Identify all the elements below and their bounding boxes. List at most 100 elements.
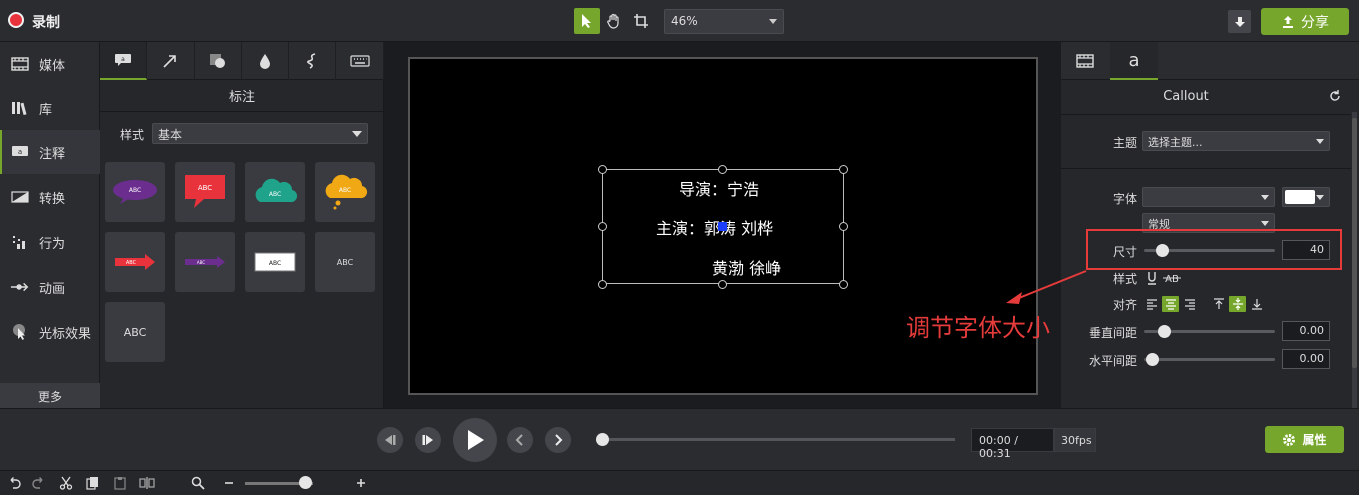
underline-button[interactable] xyxy=(1143,270,1160,286)
align-right-button[interactable] xyxy=(1181,296,1198,312)
tab-keystrokes[interactable] xyxy=(336,42,384,80)
playback-scrubber-track[interactable] xyxy=(602,438,955,441)
font-dropdown[interactable] xyxy=(1142,187,1275,207)
char-spacing-slider-thumb[interactable] xyxy=(1146,353,1159,366)
callout-tile-cloud-teal[interactable]: ABC xyxy=(245,162,305,222)
pan-tool-button[interactable] xyxy=(601,8,627,34)
tile-label: ABC xyxy=(197,260,205,265)
step-back-icon xyxy=(385,435,396,445)
timeline-zoom-thumb[interactable] xyxy=(299,476,312,489)
sidebar-item-annotations[interactable]: a 注释 xyxy=(0,130,100,174)
paste-icon[interactable] xyxy=(112,475,128,491)
chevron-down-icon xyxy=(1316,139,1324,144)
resize-handle[interactable] xyxy=(598,165,607,174)
download-button[interactable] xyxy=(1228,10,1251,33)
strikethrough-icon: AB xyxy=(1163,274,1181,285)
zoom-out-icon[interactable] xyxy=(221,475,237,491)
line-spacing-slider-thumb[interactable] xyxy=(1158,325,1171,338)
properties-button[interactable]: 属性 xyxy=(1265,426,1344,453)
redo-icon[interactable] xyxy=(31,475,47,491)
film-icon xyxy=(10,56,30,72)
theme-dropdown[interactable]: 选择主题... xyxy=(1142,131,1330,151)
sidebar-item-label: 库 xyxy=(39,102,53,118)
tab-shapes[interactable] xyxy=(195,42,242,80)
tile-label: ABC xyxy=(336,257,354,267)
sidebar-item-cursor-effects[interactable]: 光标效果 xyxy=(0,310,100,354)
resize-handle[interactable] xyxy=(598,222,607,231)
split-icon[interactable] xyxy=(139,475,155,491)
crop-tool-button[interactable] xyxy=(628,8,654,34)
callout-tile-thought-orange[interactable]: ABC xyxy=(315,162,375,222)
strikethrough-button[interactable]: AB xyxy=(1162,270,1182,286)
align-bottom-button[interactable] xyxy=(1248,296,1265,312)
divider xyxy=(1061,168,1351,169)
callout-tile-rect-white[interactable]: ABC xyxy=(245,232,305,292)
resize-handle[interactable] xyxy=(718,280,727,289)
tile-label: ABC xyxy=(269,260,281,267)
callout-tile-text-large[interactable]: ABC xyxy=(105,302,165,362)
step-back-button[interactable] xyxy=(377,427,403,453)
more-button[interactable]: 更多 xyxy=(0,383,100,408)
tab-visual-properties[interactable] xyxy=(1061,42,1109,80)
line-spacing-input[interactable]: 0.00 xyxy=(1282,321,1330,341)
zoom-value: 46% xyxy=(671,14,698,28)
zoom-dropdown[interactable]: 46% xyxy=(664,9,784,34)
callout-tile-text[interactable]: ABC xyxy=(315,232,375,292)
select-tool-button[interactable] xyxy=(574,8,600,34)
sidebar-item-media[interactable]: 媒体 xyxy=(0,42,100,86)
align-left-button[interactable] xyxy=(1143,296,1160,312)
callout-tile-arrow-red[interactable]: ABC xyxy=(105,232,165,292)
sidebar-item-animations[interactable]: 动画 xyxy=(0,265,100,309)
tab-callouts[interactable]: a xyxy=(100,42,148,80)
time-display: 00:00 / 00:31 xyxy=(971,428,1054,460)
align-middle-button[interactable] xyxy=(1229,296,1246,312)
char-spacing-input[interactable]: 0.00 xyxy=(1282,349,1330,369)
align-center-button[interactable] xyxy=(1162,296,1179,312)
resize-handle[interactable] xyxy=(839,165,848,174)
sidebar-item-label: 注释 xyxy=(39,146,66,162)
tab-arrows[interactable] xyxy=(147,42,195,80)
scrollbar-thumb[interactable] xyxy=(1352,118,1357,368)
speech-bubble-icon: ABC xyxy=(113,180,157,204)
undo-icon[interactable] xyxy=(6,475,22,491)
style-dropdown[interactable]: 基本 xyxy=(152,123,368,144)
resize-handle[interactable] xyxy=(598,280,607,289)
char-spacing-slider-track[interactable] xyxy=(1144,358,1275,361)
callout-text-line: 导演：宁浩 xyxy=(679,180,760,199)
transition-icon xyxy=(10,189,30,205)
record-label[interactable]: 录制 xyxy=(32,12,60,32)
sidebar-item-transitions[interactable]: 转换 xyxy=(0,175,100,219)
resize-handle[interactable] xyxy=(839,222,848,231)
previous-button[interactable] xyxy=(507,427,533,453)
tab-text-properties[interactable]: a xyxy=(1110,42,1158,80)
zoom-in-icon[interactable] xyxy=(353,475,369,491)
sidebar-item-behaviors[interactable]: 行为 xyxy=(0,220,100,264)
theme-value: 选择主题... xyxy=(1148,136,1203,149)
fps-display[interactable]: 30fps xyxy=(1054,428,1096,452)
align-top-button[interactable] xyxy=(1210,296,1227,312)
play-button[interactable] xyxy=(453,418,497,462)
resize-handle[interactable] xyxy=(839,280,848,289)
film-icon xyxy=(1076,54,1094,68)
record-icon[interactable] xyxy=(8,12,24,28)
resize-handle[interactable] xyxy=(718,165,727,174)
callout-tile-arrow-purple[interactable]: ABC xyxy=(175,232,235,292)
svg-text:AB: AB xyxy=(1165,274,1179,285)
tab-blur[interactable] xyxy=(242,42,290,80)
playback-scrubber-thumb[interactable] xyxy=(596,433,609,446)
callout-tile-speech-red[interactable]: ABC xyxy=(175,162,235,222)
font-color-picker[interactable] xyxy=(1282,187,1330,207)
share-button[interactable]: 分享 xyxy=(1261,8,1349,35)
cut-icon[interactable] xyxy=(58,475,74,491)
sidebar-item-library[interactable]: 库 xyxy=(0,86,100,130)
align-right-icon xyxy=(1184,299,1195,310)
callout-tile-speech-purple[interactable]: ABC xyxy=(105,162,165,222)
rotation-center-handle[interactable] xyxy=(718,222,727,231)
copy-icon[interactable] xyxy=(85,475,101,491)
arrow-callout-icon: ABC xyxy=(115,254,155,270)
rectangle-callout-icon: ABC xyxy=(254,252,296,272)
reset-icon[interactable] xyxy=(1328,89,1344,105)
next-button[interactable] xyxy=(545,427,571,453)
step-forward-button[interactable] xyxy=(415,427,441,453)
tab-sketch[interactable] xyxy=(289,42,337,80)
